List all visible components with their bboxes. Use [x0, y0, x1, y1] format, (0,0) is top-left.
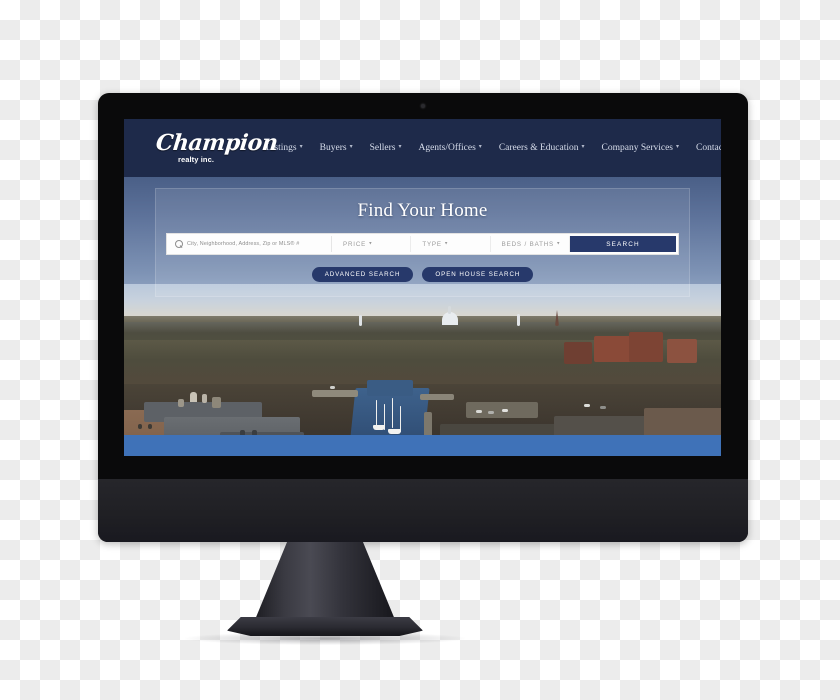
- nav-label: Sellers: [369, 143, 396, 153]
- search-panel-actions: ADVANCED SEARCH OPEN HOUSE SEARCH: [156, 267, 689, 282]
- nav-label: Agents/Offices: [418, 143, 476, 153]
- nav-item-contact-us[interactable]: Contact Us ▾: [696, 143, 721, 153]
- chevron-down-icon: ▾: [557, 240, 561, 247]
- page-title: Find Your Home: [357, 200, 488, 221]
- chevron-down-icon: ▾: [581, 144, 585, 150]
- hero-photo-annapolis: [124, 284, 721, 456]
- hero-section: Find Your Home PRICE ▾ TYPE ▾: [124, 177, 721, 456]
- nav-item-agents-offices[interactable]: Agents/Offices ▾: [418, 143, 481, 153]
- filter-price[interactable]: PRICE ▾: [332, 236, 412, 252]
- chevron-down-icon: ▾: [299, 144, 303, 150]
- search-panel: Find Your Home PRICE ▾ TYPE ▾: [155, 188, 690, 297]
- hero-bottom-bar: [124, 435, 721, 456]
- chevron-down-icon: ▾: [369, 240, 373, 247]
- nav-item-company-services[interactable]: Company Services ▾: [602, 143, 680, 153]
- nav-item-buyers[interactable]: Buyers ▾: [320, 143, 353, 153]
- search-button[interactable]: SEARCH: [569, 236, 676, 252]
- nav-label: Careers & Education: [498, 143, 579, 153]
- nav-item-sellers[interactable]: Sellers ▾: [370, 143, 402, 153]
- brand-logo[interactable]: Champion realty inc.: [154, 130, 279, 165]
- chevron-down-icon: ▾: [676, 144, 680, 150]
- property-search-bar: PRICE ▾ TYPE ▾ BEDS / BATHS ▾ SEARCH: [166, 233, 679, 255]
- monitor-stand-neck: [252, 542, 398, 627]
- monitor-drop-shadow: [185, 632, 465, 645]
- open-house-search-button[interactable]: OPEN HOUSE SEARCH: [422, 267, 534, 282]
- filter-beds-baths[interactable]: BEDS / BATHS ▾: [491, 236, 570, 252]
- nav-label: Contact Us: [696, 143, 721, 153]
- nav-label: Buyers: [319, 143, 347, 153]
- filter-label: TYPE: [422, 240, 442, 248]
- site-header: Champion realty inc. Listings ▾ Buyers ▾…: [124, 119, 721, 177]
- filter-label: PRICE: [343, 240, 367, 248]
- search-input[interactable]: [187, 241, 331, 247]
- webcam-icon: [421, 104, 425, 108]
- main-navigation: Listings ▾ Buyers ▾ Sellers ▾ Agents/Off…: [266, 143, 721, 153]
- brand-logo-name: Champion: [154, 130, 279, 157]
- chevron-down-icon: ▾: [349, 144, 353, 150]
- monitor-device: Champion realty inc. Listings ▾ Buyers ▾…: [98, 93, 748, 542]
- filter-label: BEDS / BATHS: [501, 240, 555, 248]
- nav-item-careers-education[interactable]: Careers & Education ▾: [499, 143, 585, 153]
- brand-logo-tagline: realty inc.: [177, 155, 215, 165]
- screen-content: Champion realty inc. Listings ▾ Buyers ▾…: [124, 119, 721, 456]
- nav-label: Company Services: [601, 143, 674, 153]
- monitor-chin: [98, 479, 748, 542]
- search-input-wrapper[interactable]: [169, 236, 332, 252]
- chevron-down-icon: ▾: [478, 144, 482, 150]
- advanced-search-button[interactable]: ADVANCED SEARCH: [311, 267, 414, 282]
- chevron-down-icon: ▾: [444, 240, 449, 247]
- chevron-down-icon: ▾: [398, 144, 402, 150]
- search-icon: [175, 240, 183, 248]
- filter-type[interactable]: TYPE ▾: [411, 236, 491, 252]
